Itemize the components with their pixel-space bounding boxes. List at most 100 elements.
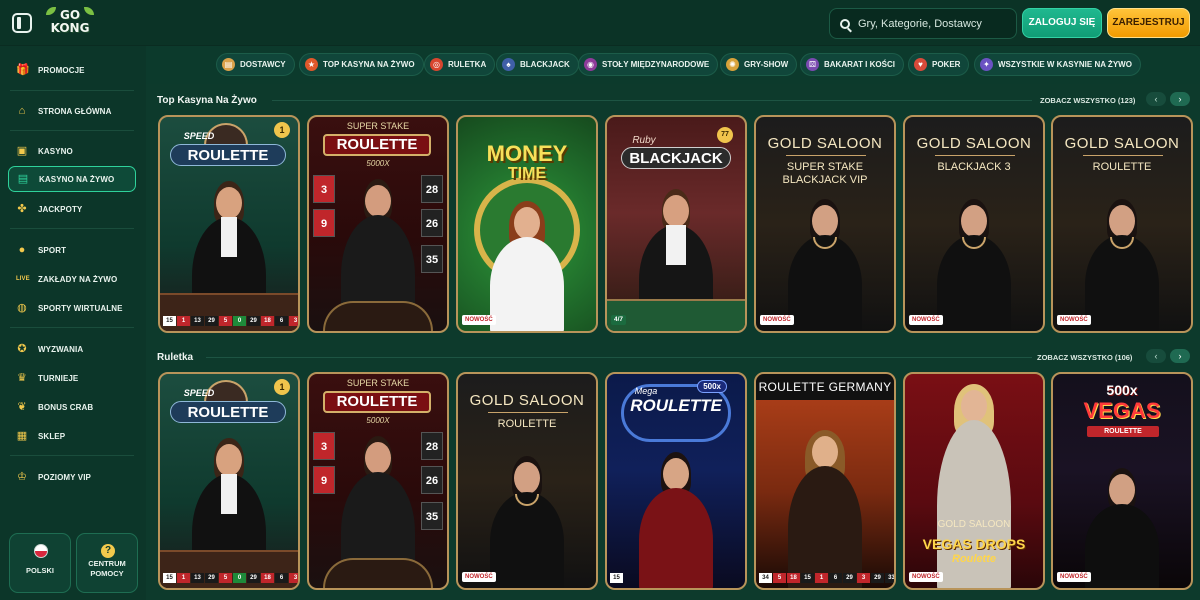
result-number: 29 xyxy=(247,573,260,583)
category-all-live[interactable]: ✦ WSZYSTKIE W KASYNIE NA ŻYWO xyxy=(974,53,1141,76)
dealer-shirt xyxy=(666,225,686,265)
game-tile[interactable]: Mega ROULETTE 500x 15 xyxy=(605,372,747,590)
home-icon: ⌂ xyxy=(18,105,26,117)
medal-icon: ✪ xyxy=(17,343,27,355)
top-bar: GO KONG ZALOGUJ SIĘ ZAREJESTRUJ xyxy=(0,0,1200,46)
game-tile[interactable]: GOLD SALOON SUPER STAKE BLACKJACK VIP NOWO… xyxy=(754,115,896,333)
sidebar-item-label: STRONA GŁÓWNA xyxy=(38,106,112,116)
category-top-live[interactable]: ★ TOP KASYNA NA ŻYWO xyxy=(299,53,424,76)
number-tile: 28 xyxy=(421,432,443,460)
scroll-right-icon[interactable]: › xyxy=(1170,92,1190,106)
recent-results-bar: 15113295029186333 xyxy=(163,573,298,584)
sidebar-divider xyxy=(10,90,134,91)
game-multiplier: 5000X xyxy=(366,159,390,168)
sidebar-item-tournaments[interactable]: ♛ TURNIEJE xyxy=(8,365,136,391)
recent-results-bar: 34 5 18 15 1 6 29 3 29 33 xyxy=(759,573,894,584)
category-roulette[interactable]: ◎ RULETKA xyxy=(424,53,496,76)
sidebar-item-promotions[interactable]: 🎁 PROMOCJE xyxy=(8,57,136,83)
result-number: 29 xyxy=(205,316,218,326)
search-icon xyxy=(840,18,850,29)
roulette-icon: ◎ xyxy=(430,58,443,71)
scroll-right-icon[interactable]: › xyxy=(1170,349,1190,363)
category-international[interactable]: ◉ STOŁY MIĘDZYNARODOWE xyxy=(578,53,719,76)
result-number: 6 xyxy=(275,573,288,583)
sidebar-item-vip-levels[interactable]: ♔ POZIOMY VIP xyxy=(8,464,136,490)
game-tile[interactable]: SUPER STAKE ROULETTE 5000X 3 28 9 26 35 xyxy=(307,115,449,333)
scroll-left-icon[interactable]: ‹ xyxy=(1146,92,1166,106)
game-tile[interactable]: SPEEDROULETTE115113295029186333 xyxy=(158,372,300,590)
game-tile[interactable]: Ruby BLACKJACK 77 4/7 xyxy=(605,115,747,333)
category-label: DOSTAWCY xyxy=(240,60,286,69)
sidebar-item-bonus-crab[interactable]: ❦ BONUS CRAB xyxy=(8,394,136,420)
section-title: Ruletka xyxy=(157,352,194,363)
sidebar-toggle-icon[interactable] xyxy=(12,12,32,33)
game-tile[interactable]: 500x VEGAS ROULETTE NOWOŚĆ xyxy=(1051,372,1193,590)
sidebar-item-virtual-sports[interactable]: ◍ SPORTY WIRTUALNE xyxy=(8,295,136,321)
category-blackjack[interactable]: ♠ BLACKJACK xyxy=(496,53,579,76)
number-tile: 9 xyxy=(313,466,335,494)
dealer-body xyxy=(937,235,1011,331)
game-title-banner: ROULETTE xyxy=(323,134,431,156)
game-tile[interactable]: GOLD SALOON ROULETTE NOWOŚĆ xyxy=(456,372,598,590)
sidebar-item-casino[interactable]: ▣ KASYNO xyxy=(8,138,136,164)
dealer-face xyxy=(1109,474,1135,506)
gokong-logo[interactable]: GO KONG xyxy=(46,5,94,41)
register-button[interactable]: ZAREJESTRUJ xyxy=(1107,8,1190,38)
sidebar-item-live-bets[interactable]: LIVE ZAKŁADY NA ŻYWO xyxy=(8,266,136,292)
slot-icon: ▣ xyxy=(16,145,28,157)
new-badge: NOWOŚĆ xyxy=(1057,315,1091,325)
game-title: MONEY xyxy=(486,141,568,166)
result-number: 29 xyxy=(843,573,856,583)
game-title-banner: ROULETTE xyxy=(323,391,431,413)
sidebar-item-jackpots[interactable]: ✤ JACKPOTY xyxy=(8,196,136,222)
dealer-body xyxy=(1085,504,1159,588)
dealer-body xyxy=(788,466,862,588)
game-tile[interactable]: SUPER STAKE ROULETTE 5000X 3 28 9 26 35 xyxy=(307,372,449,590)
result-number: 29 xyxy=(247,316,260,326)
game-tile[interactable]: SPEEDROULETTE115113295029186333 xyxy=(158,115,300,333)
help-center-button[interactable]: ? CENTRUM POMOCY xyxy=(76,533,138,593)
search-input[interactable] xyxy=(858,17,1008,30)
game-title: GOLD SALOON xyxy=(1064,135,1180,152)
crown-icon: ♔ xyxy=(17,471,27,483)
category-label: BLACKJACK xyxy=(520,60,570,69)
sidebar-item-live-casino[interactable]: ▤ KASYNO NA ŻYWO xyxy=(8,166,136,192)
game-tile[interactable]: ROULETTE GERMANY 34 5 18 15 1 6 29 3 29 33 xyxy=(754,372,896,590)
game-tile[interactable]: GOLD SALOON ROULETTE NOWOŚĆ xyxy=(1051,115,1193,333)
login-button[interactable]: ZALOGUJ SIĘ xyxy=(1022,8,1102,38)
game-multiplier: 500x xyxy=(1106,382,1138,398)
see-all-link[interactable]: ZOBACZ WSZYSTKO (106) xyxy=(1037,353,1132,362)
language-button[interactable]: POLSKI xyxy=(9,533,71,593)
dice-icon: ⚄ xyxy=(806,58,819,71)
game-title: GOLD SALOON xyxy=(767,135,883,152)
category-providers[interactable]: ▤ DOSTAWCY xyxy=(216,53,295,76)
dealer-face xyxy=(812,205,838,237)
sidebar-item-label: SPORT xyxy=(38,245,67,255)
category-label: BAKARAT I KOŚCI xyxy=(824,60,895,69)
game-tile[interactable]: MONEY TIME NOWOŚĆ xyxy=(456,115,598,333)
category-game-shows[interactable]: ✺ GRY-SHOW xyxy=(720,53,798,76)
result-number: 1 xyxy=(815,573,828,583)
sidebar-item-sport[interactable]: ● SPORT xyxy=(8,237,136,263)
sidebar-item-challenges[interactable]: ✪ WYZWANIA xyxy=(8,336,136,362)
sidebar-item-shop[interactable]: ▦ SKLEP xyxy=(8,423,136,449)
game-tile[interactable]: GOLD SALOON BLACKJACK 3 NOWOŚĆ xyxy=(903,115,1045,333)
game-title: ROULETTE xyxy=(630,396,722,415)
category-baccarat[interactable]: ⚄ BAKARAT I KOŚCI xyxy=(800,53,904,76)
game-tile[interactable]: GOLD SALOON VEGAS DROPS Roulette NOWOŚĆ xyxy=(903,372,1045,590)
search-box[interactable] xyxy=(829,8,1017,39)
game-title-banner: ROULETTE xyxy=(170,144,286,166)
sidebar-item-label: KASYNO NA ŻYWO xyxy=(39,174,115,184)
ball-icon: ● xyxy=(18,244,26,256)
scroll-left-icon[interactable]: ‹ xyxy=(1146,349,1166,363)
dealer-body xyxy=(788,235,862,331)
result-number: 5 xyxy=(219,316,232,326)
see-all-link[interactable]: ZOBACZ WSZYSTKO (123) xyxy=(1040,96,1135,105)
result-number: 3 xyxy=(857,573,870,583)
sidebar-divider xyxy=(10,228,134,229)
category-poker[interactable]: ♥ POKER xyxy=(908,53,970,76)
new-badge: NOWOŚĆ xyxy=(909,572,943,582)
sidebar-item-home[interactable]: ⌂ STRONA GŁÓWNA xyxy=(8,98,136,124)
result-number: 15 xyxy=(163,316,176,326)
result-number: 13 xyxy=(191,316,204,326)
